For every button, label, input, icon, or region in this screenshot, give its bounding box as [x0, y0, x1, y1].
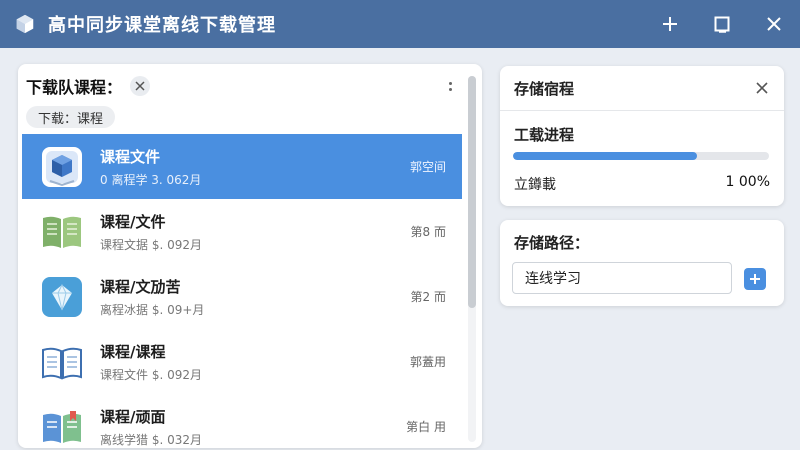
card-title: 存储路径：	[514, 234, 590, 252]
card-title: 存储宿程	[514, 80, 575, 98]
clear-queue-button[interactable]	[130, 76, 151, 96]
item-detail: 离程冰据 $. 09+月	[100, 302, 205, 317]
item-texts: 课程/课程 课程文件 $. 092月	[100, 341, 202, 383]
dot	[448, 81, 452, 85]
more-options-button[interactable]	[442, 76, 458, 96]
item-name: 课程文件	[100, 147, 161, 166]
storage-path-card: 存储路径：	[500, 220, 784, 306]
item-name: 课程/顽面	[100, 407, 166, 426]
green-book-icon	[40, 210, 84, 254]
list-item[interactable]: 课程/文件 课程文据 $. 092月 第8 而	[22, 199, 462, 264]
item-status: 第白 用	[406, 420, 446, 434]
list-item[interactable]: 课程文件 0 离程学 3. 062月 郭空间	[22, 134, 462, 199]
item-texts: 课程文件 0 离程学 3. 062月	[100, 146, 201, 188]
cube-book-icon	[40, 145, 84, 189]
item-detail: 离线学猎 $. 032月	[100, 432, 202, 447]
dot	[448, 87, 452, 91]
item-status: 第8 而	[410, 225, 446, 239]
item-name: 课程/课程	[100, 342, 166, 361]
status-label: 立鐏載	[514, 177, 556, 193]
list-item[interactable]: 课程/课程 课程文件 $. 092月 郭蓋用	[22, 329, 462, 394]
add-path-button[interactable]	[744, 268, 766, 290]
close-icon[interactable]	[754, 80, 770, 96]
course-list: 课程文件 0 离程学 3. 062月 郭空间 课程/文件 课程文据 $. 092…	[22, 134, 462, 448]
path-input[interactable]	[512, 262, 732, 294]
download-queue-panel: 下载队课程： 下载：课程 课程文件 0 离程学 3. 062月 郭空间 课程/文…	[18, 64, 482, 448]
item-status: 第2 而	[410, 290, 446, 304]
item-texts: 课程/顽面 离线学猎 $. 032月	[100, 406, 202, 448]
cube-icon	[16, 14, 34, 34]
item-detail: 0 离程学 3. 062月	[100, 172, 202, 187]
open-book-icon	[40, 340, 84, 384]
scrollbar-thumb[interactable]	[468, 76, 476, 308]
queue-title: 下载队课程：	[26, 78, 123, 97]
item-texts: 课程/文件 课程文据 $. 092月	[100, 211, 202, 253]
list-scrollbar[interactable]	[468, 76, 476, 442]
maximize-button[interactable]	[696, 0, 748, 48]
filter-chip[interactable]: 下载：课程	[26, 106, 116, 128]
item-status: 郭空间	[409, 160, 446, 174]
progress-fill	[513, 152, 698, 160]
diamond-icon	[40, 275, 84, 319]
plus-icon	[750, 274, 760, 284]
item-name: 课程/文劢苦	[100, 277, 181, 296]
item-detail: 课程文件 $. 092月	[100, 367, 202, 382]
item-name: 课程/文件	[100, 212, 166, 231]
progress-label: 工载进程	[514, 126, 575, 144]
item-status: 郭蓋用	[409, 355, 446, 369]
queue-header: 下载队课程：	[26, 74, 151, 98]
status-value: 1 00%	[725, 174, 770, 190]
maximize-icon	[714, 16, 730, 33]
bookmark-book-icon	[40, 405, 84, 449]
list-item[interactable]: 课程/文劢苦 离程冰据 $. 09+月 第2 而	[22, 264, 462, 329]
title-bar: 高中同步课堂离线下载管理	[0, 0, 800, 48]
window-controls	[644, 0, 800, 48]
close-icon	[135, 81, 145, 91]
add-window-button[interactable]	[644, 0, 696, 48]
list-item[interactable]: 课程/顽面 离线学猎 $. 032月 第白 用	[22, 394, 462, 448]
close-window-button[interactable]	[748, 0, 800, 48]
divider	[500, 110, 784, 111]
close-icon	[767, 17, 781, 31]
progress-bar	[513, 152, 769, 160]
window-title: 高中同步课堂离线下载管理	[48, 15, 276, 36]
plus-icon	[663, 17, 677, 31]
item-detail: 课程文据 $. 092月	[100, 237, 202, 252]
item-texts: 课程/文劢苦 离程冰据 $. 09+月	[100, 276, 204, 318]
storage-progress-card: 存储宿程 工载进程 立鐏載 1 00%	[500, 66, 784, 206]
